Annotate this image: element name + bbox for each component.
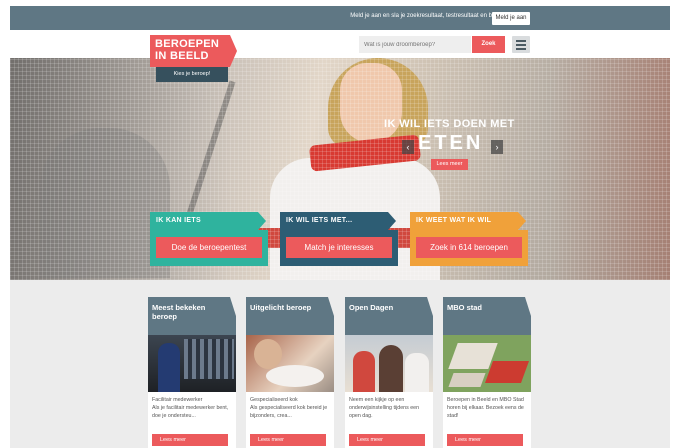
card-read-more-button[interactable]: Lees meer	[152, 434, 228, 446]
card-read-more-button[interactable]: Lees meer	[250, 434, 326, 446]
card-open-days: Open Dagen Neem een kijkje op een onderw…	[345, 297, 433, 448]
card-image[interactable]	[443, 335, 531, 392]
hero-headline: IK WIL IETS DOEN MET	[384, 118, 515, 130]
card-mbo-city: MBO stad Beroepen in Beeld en MBO Stad h…	[443, 297, 531, 448]
logo-line-1: BEROEPEN	[155, 38, 220, 50]
login-button[interactable]: Meld je aan	[492, 12, 530, 25]
cta-title: IK WIL IETS MET...	[280, 212, 396, 230]
cta-title: IK WEET WAT IK WIL	[410, 212, 526, 230]
card-image[interactable]	[148, 335, 236, 392]
cta-interests-button[interactable]: Match je interesses	[286, 237, 392, 258]
search-button[interactable]: Zoek	[472, 36, 505, 53]
hero-keyword: ETEN	[418, 132, 484, 154]
cta-search-button[interactable]: Zoek in 614 beroepen	[416, 237, 522, 258]
chevron-right-icon[interactable]: ›	[491, 140, 503, 154]
logo[interactable]: BEROEPEN IN BEELD Kies je beroep!	[150, 35, 237, 83]
card-most-viewed: Meest bekeken beroep Facilitair medewerk…	[148, 297, 236, 448]
header	[10, 30, 670, 58]
card-read-more-button[interactable]: Lees meer	[349, 434, 425, 446]
card-image[interactable]	[246, 335, 334, 392]
cta-title: IK KAN IETS	[150, 212, 266, 230]
hamburger-icon[interactable]	[512, 36, 530, 53]
card-title: MBO stad	[443, 297, 531, 335]
search-input[interactable]	[359, 36, 471, 53]
card-title: Open Dagen	[345, 297, 433, 335]
cta-block-interests: IK WIL IETS MET... Match je interesses	[280, 212, 398, 266]
hero-banner: IK WIL IETS DOEN MET ‹ ETEN › Lees meer …	[10, 58, 670, 280]
top-bar: Meld je aan en sla je zoekresultaat, tes…	[10, 6, 670, 30]
page: Meld je aan en sla je zoekresultaat, tes…	[10, 6, 670, 448]
card-featured: Uitgelicht beroep Gespecialiseerd kok Al…	[246, 297, 334, 448]
card-image[interactable]	[345, 335, 433, 392]
logo-line-2: IN BEELD	[155, 50, 209, 62]
card-text: Facilitair medewerker Als je facilitair …	[152, 397, 229, 419]
hero-read-more-button[interactable]: Lees meer	[431, 159, 468, 170]
card-text: Gespecialiseerd kok Als gespecialiseerd …	[250, 397, 328, 419]
card-read-more-button[interactable]: Lees meer	[447, 434, 523, 446]
card-text: Beroepen in Beeld en MBO Stad horen bij …	[447, 397, 524, 419]
card-text: Neem een kijkje op een onderwijsinstelli…	[349, 397, 420, 419]
card-title: Meest bekeken beroep	[148, 297, 236, 335]
logo-badge: BEROEPEN IN BEELD	[150, 35, 237, 67]
cta-block-search: IK WEET WAT IK WIL Zoek in 614 beroepen	[410, 212, 528, 266]
chevron-left-icon[interactable]: ‹	[402, 140, 414, 154]
logo-tagline: Kies je beroep!	[156, 67, 228, 82]
card-title: Uitgelicht beroep	[246, 297, 334, 335]
cta-test-button[interactable]: Doe de beroepentest	[156, 237, 262, 258]
cta-block-test: IK KAN IETS Doe de beroepentest	[150, 212, 268, 266]
